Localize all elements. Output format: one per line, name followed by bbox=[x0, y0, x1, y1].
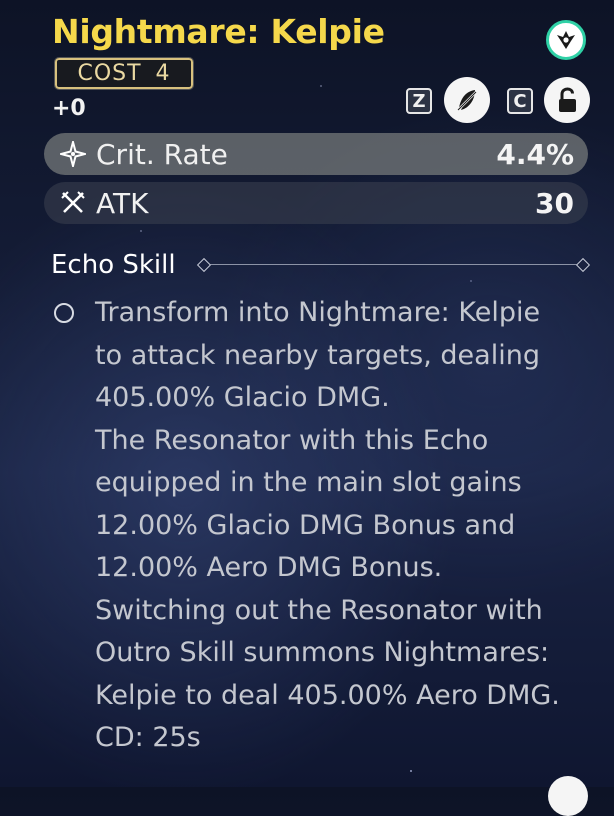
skill-line: equipped in the main slot gains bbox=[95, 467, 522, 498]
skill-description: Transform into Nightmare: Kelpie to atta… bbox=[95, 292, 600, 760]
skill-line: to attack nearby targets, dealing bbox=[95, 339, 540, 371]
echo-level: +0 bbox=[52, 96, 86, 121]
skill-line: 405.00% Glacio DMG. bbox=[95, 382, 390, 413]
cost-value: 4 bbox=[155, 61, 171, 86]
sub-stat-name: ATK bbox=[96, 186, 149, 220]
section-divider bbox=[200, 264, 588, 265]
skill-line: 12.00% Glacio DMG Bonus and bbox=[95, 509, 516, 541]
cost-label: COST bbox=[77, 61, 142, 86]
star-decoration bbox=[410, 770, 412, 772]
skill-line: 12.00% Aero DMG Bonus. bbox=[95, 552, 443, 583]
skill-bullet-icon bbox=[54, 303, 74, 323]
skill-line: Transform into Nightmare: Kelpie bbox=[95, 297, 541, 328]
sonata-icon[interactable] bbox=[546, 20, 586, 60]
star-decoration bbox=[140, 230, 142, 232]
divider-diamond bbox=[196, 257, 212, 273]
main-stat-row: Crit. Rate 4.4% bbox=[44, 133, 588, 175]
discard-button[interactable] bbox=[444, 77, 490, 123]
discard-feather-icon bbox=[456, 90, 478, 112]
discard-hotkey: Z bbox=[406, 88, 432, 114]
star-decoration bbox=[470, 280, 472, 282]
partial-corner-button[interactable] bbox=[548, 776, 588, 816]
lock-hotkey: C bbox=[507, 88, 533, 114]
skill-line: CD: 25s bbox=[95, 722, 201, 753]
skill-line: Switching out the Resonator with bbox=[95, 594, 543, 626]
crossed-swords-icon bbox=[60, 190, 86, 216]
sparkle-icon bbox=[60, 141, 86, 167]
sub-stat-row: ATK 30 bbox=[44, 182, 588, 224]
sonata-emblem-icon bbox=[557, 31, 575, 49]
star-decoration bbox=[320, 85, 322, 87]
echo-skill-heading: Echo Skill bbox=[51, 250, 176, 280]
unlocked-padlock-icon bbox=[559, 87, 576, 112]
echo-name: Nightmare: Kelpie bbox=[52, 12, 385, 51]
skill-line: The Resonator with this Echo bbox=[95, 424, 489, 456]
main-stat-name: Crit. Rate bbox=[96, 137, 228, 171]
divider-diamond bbox=[575, 257, 591, 273]
lock-button[interactable] bbox=[544, 77, 590, 123]
cost-badge: COST 4 bbox=[54, 57, 194, 90]
skill-line: Kelpie to deal 405.00% Aero DMG. bbox=[95, 679, 560, 711]
skill-line: Outro Skill summons Nightmares: bbox=[95, 637, 550, 668]
sub-stat-value: 30 bbox=[535, 186, 574, 220]
main-stat-value: 4.4% bbox=[496, 137, 574, 171]
